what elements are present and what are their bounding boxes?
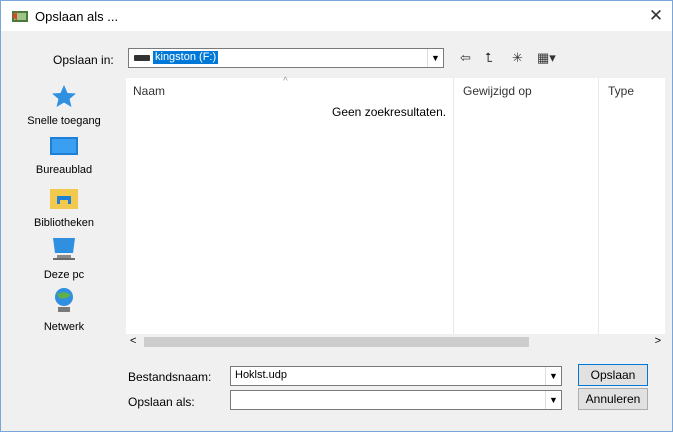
back-button[interactable]: ⇦: [460, 50, 471, 66]
filename-value[interactable]: Hoklst.udp: [235, 369, 287, 381]
window-title: Opslaan als ...: [35, 9, 119, 24]
place-label: Bureaublad: [35, 164, 93, 176]
column-header-name[interactable]: Naam: [133, 84, 165, 98]
chevron-down-icon[interactable]: ▼: [545, 391, 561, 409]
location-label: Opslaan in:: [53, 53, 114, 67]
location-dropdown[interactable]: kingston (F:) ▼: [128, 48, 444, 68]
filetype-dropdown[interactable]: ▼: [230, 390, 562, 410]
save-as-dialog: Opslaan als ... ✕ Opslaan in: kingston (…: [0, 0, 673, 432]
horizontal-scrollbar[interactable]: < >: [126, 334, 665, 350]
cancel-button[interactable]: Annuleren: [578, 388, 648, 410]
place-label: Bibliotheken: [34, 217, 94, 229]
file-list[interactable]: Naam ^ Gewijzigd op Type Geen zoekresult…: [126, 76, 665, 350]
new-folder-button[interactable]: ✳: [512, 50, 523, 66]
column-header-modified[interactable]: Gewijzigd op: [463, 84, 532, 98]
location-value: kingston (F:): [153, 51, 219, 64]
place-libraries[interactable]: Bibliotheken: [9, 186, 119, 229]
place-label: Snelle toegang: [27, 115, 101, 127]
app-icon: [12, 11, 28, 22]
places-bar: Snelle toegang Bureaublad Bibliotheken D…: [9, 78, 119, 348]
place-this-pc[interactable]: Deze pc: [9, 236, 119, 281]
filename-label: Bestandsnaam:: [128, 370, 212, 384]
filename-field[interactable]: Hoklst.udp ▼: [230, 366, 562, 386]
desktop-icon: [50, 137, 78, 155]
place-quick-access[interactable]: Snelle toegang: [9, 84, 119, 127]
scrollbar-thumb[interactable]: [144, 337, 529, 347]
close-button[interactable]: ✕: [640, 1, 672, 31]
view-menu-button[interactable]: ▦▾: [537, 50, 556, 66]
empty-message: Geen zoekresultaten.: [332, 105, 447, 119]
star-icon: [52, 85, 76, 107]
chevron-down-icon[interactable]: ▼: [427, 49, 443, 67]
scroll-left-button[interactable]: <: [130, 335, 136, 347]
scroll-right-button[interactable]: >: [655, 335, 661, 347]
place-label: Deze pc: [43, 269, 85, 281]
column-divider[interactable]: [598, 78, 599, 336]
sort-ascending-icon: ^: [283, 76, 288, 87]
column-divider[interactable]: [453, 78, 454, 336]
chevron-down-icon[interactable]: ▼: [545, 367, 561, 385]
network-icon: [55, 288, 73, 312]
up-folder-button[interactable]: ⮤: [485, 50, 493, 66]
filetype-label: Opslaan als:: [128, 395, 195, 409]
save-button[interactable]: Opslaan: [578, 364, 648, 386]
computer-icon: [53, 238, 75, 260]
place-network[interactable]: Netwerk: [9, 286, 119, 333]
libraries-icon: [50, 189, 78, 209]
column-header-type[interactable]: Type: [608, 84, 634, 98]
title-bar: Opslaan als ... ✕: [1, 1, 672, 31]
drive-icon: [134, 55, 150, 61]
place-desktop[interactable]: Bureaublad: [9, 135, 119, 176]
place-label: Netwerk: [43, 321, 85, 333]
